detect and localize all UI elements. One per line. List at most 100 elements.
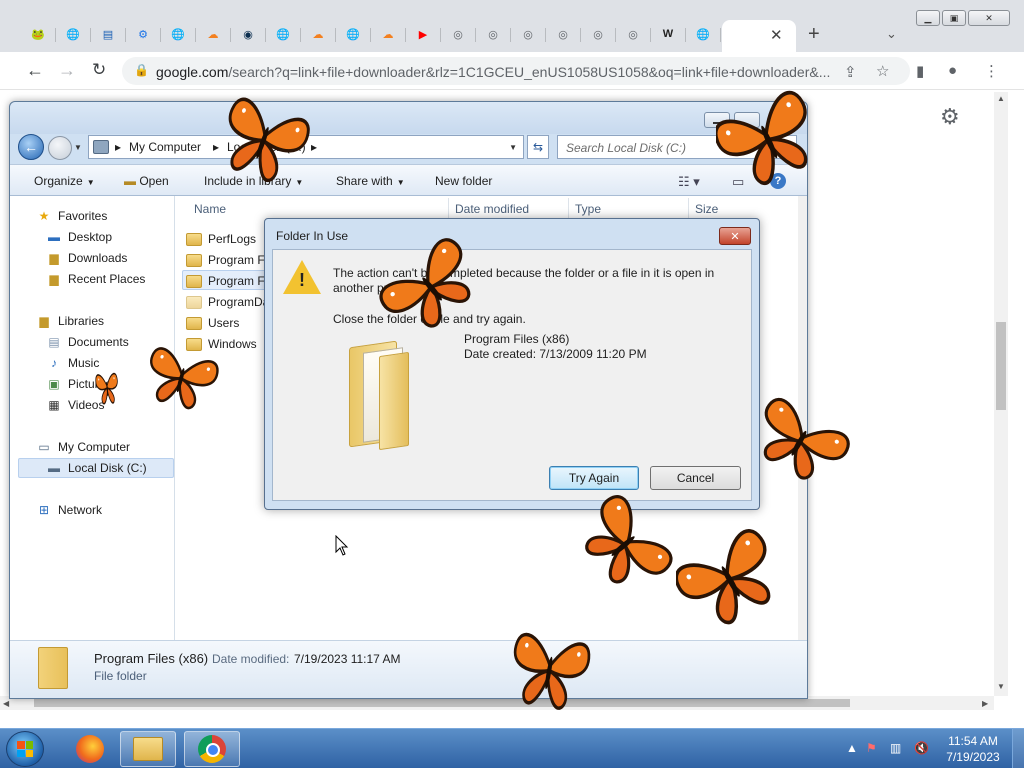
address-bar[interactable]: 🔒 google.com/search?q=link+file+download… — [122, 57, 910, 85]
help-icon[interactable]: ? — [770, 173, 786, 189]
nav-videos[interactable]: ▦ Videos — [46, 395, 104, 415]
back-arrow-icon[interactable]: ← — [26, 60, 44, 81]
chrome-icon[interactable]: ◎ — [555, 26, 571, 42]
frog-icon[interactable]: 🐸 — [30, 26, 46, 42]
action-center-icon[interactable]: ⚑ — [866, 741, 877, 755]
minimize-button[interactable]: ▁ — [916, 10, 940, 26]
taskbar-chrome[interactable] — [184, 731, 240, 767]
bookmark-star-icon[interactable]: ☆ — [876, 62, 889, 80]
explorer-refresh-button[interactable]: ⇆ — [527, 135, 549, 159]
nav-local-disk[interactable]: ▬ Local Disk (C:) — [46, 458, 147, 478]
tab-separator — [405, 28, 406, 42]
target-icon[interactable]: ◉ — [240, 26, 256, 42]
tab-separator — [90, 28, 91, 42]
menu-dots-icon[interactable]: ⋮ — [984, 62, 999, 80]
hscroll-thumb[interactable] — [34, 699, 850, 707]
chart-icon[interactable]: ▤ — [100, 26, 116, 42]
nav-my-computer[interactable]: ▭ My Computer — [36, 437, 130, 457]
file-row-perflogs[interactable]: PerfLogs — [186, 229, 256, 249]
chrome-icon[interactable]: ◎ — [625, 26, 641, 42]
globe-icon[interactable]: 🌐 — [275, 26, 291, 42]
chrome-icon[interactable]: ◎ — [590, 26, 606, 42]
tab-separator — [125, 28, 126, 42]
cloudflare-icon[interactable]: ☁ — [310, 26, 326, 42]
cloudflare-icon[interactable]: ☁ — [380, 26, 396, 42]
nav-documents[interactable]: ▤ Documents — [46, 332, 128, 352]
breadcrumb-local-disk[interactable]: Local Disk (C:) — [227, 140, 306, 154]
vertical-scrollbar[interactable]: ▲ ▼ — [994, 92, 1008, 696]
file-row-windows[interactable]: Windows — [186, 334, 257, 354]
explorer-search-box[interactable]: Search Local Disk (C:) — [557, 135, 797, 159]
preview-pane-icon[interactable]: ▭ — [732, 174, 744, 190]
scroll-thumb[interactable] — [996, 322, 1006, 410]
nav-favorites[interactable]: ★ Favorites — [36, 206, 108, 226]
breadcrumb-my-computer[interactable]: My Computer — [129, 140, 201, 154]
side-panel-icon[interactable]: ▮ — [916, 62, 924, 80]
explorer-forward-button[interactable] — [48, 136, 72, 160]
nav-desktop[interactable]: ▬ Desktop — [46, 227, 112, 247]
close-tab-icon[interactable]: ✕ — [770, 26, 783, 44]
maximize-button[interactable]: ▣ — [942, 10, 966, 26]
tab-search-icon[interactable]: ⌄ — [886, 26, 897, 42]
chrome-icon[interactable]: ◎ — [450, 26, 466, 42]
column-name[interactable]: Name — [194, 202, 226, 216]
volume-muted-icon[interactable]: 🔇 — [914, 741, 929, 755]
explorer-scrollbar[interactable] — [798, 196, 807, 640]
tray-expand-icon[interactable]: ▲ — [846, 741, 858, 755]
column-date-modified[interactable]: Date modified — [455, 202, 529, 216]
close-window-button[interactable]: ✕ — [968, 10, 1010, 26]
reload-icon[interactable]: ↻ — [92, 60, 106, 80]
forward-arrow-icon[interactable]: → — [58, 60, 76, 81]
explorer-titlebar[interactable] — [10, 102, 807, 134]
nav-music[interactable]: ♪ Music — [46, 353, 99, 373]
gear-icon[interactable]: ⚙ — [135, 26, 151, 42]
recent-pages-dropdown[interactable]: ▼ — [74, 143, 82, 152]
dialog-close-button[interactable]: ✕ — [719, 227, 751, 245]
column-size[interactable]: Size — [695, 202, 718, 216]
address-dropdown-icon[interactable]: ▼ — [509, 143, 517, 152]
chrome-icon — [198, 735, 226, 763]
taskbar-explorer[interactable] — [120, 731, 176, 767]
cloudflare-icon[interactable]: ☁ — [205, 26, 221, 42]
url-text[interactable]: google.com/search?q=link+file+downloader… — [156, 64, 836, 80]
wikipedia-icon[interactable]: W — [660, 26, 676, 42]
show-desktop-button[interactable] — [1012, 729, 1024, 768]
column-type[interactable]: Type — [575, 202, 601, 216]
chrome-icon[interactable]: ◎ — [520, 26, 536, 42]
globe-icon[interactable]: 🌐 — [170, 26, 186, 42]
settings-gear-icon[interactable]: ⚙ — [940, 104, 960, 130]
globe-icon[interactable]: 🌐 — [345, 26, 361, 42]
clock-time[interactable]: 11:54 AM — [940, 734, 1006, 748]
globe-icon[interactable]: 🌐 — [65, 26, 81, 42]
nav-network[interactable]: ⊞ Network — [36, 500, 102, 520]
change-view-icon[interactable]: ☷ ▾ — [678, 174, 700, 190]
network-tray-icon[interactable]: ▥ — [890, 741, 901, 755]
try-again-button[interactable]: Try Again — [549, 466, 639, 490]
taskbar-firefox[interactable] — [62, 731, 118, 767]
organize-button[interactable]: Organize ▼ — [34, 174, 95, 188]
youtube-icon[interactable]: ▶ — [415, 26, 431, 42]
nav-downloads[interactable]: ▆ Downloads — [46, 248, 127, 268]
explorer-minimize-button[interactable] — [704, 112, 730, 128]
start-button[interactable] — [6, 731, 44, 767]
tab-active[interactable] — [722, 20, 796, 54]
globe-icon[interactable]: 🌐 — [695, 26, 711, 42]
share-with-button[interactable]: Share with ▼ — [336, 174, 405, 188]
clock-date[interactable]: 7/19/2023 — [940, 750, 1006, 764]
chrome-icon[interactable]: ◎ — [485, 26, 501, 42]
explorer-back-button[interactable]: ← — [18, 134, 44, 160]
new-tab-button[interactable]: + — [808, 23, 820, 46]
include-in-library-button[interactable]: Include in library ▼ — [204, 174, 303, 188]
explorer-maximize-button[interactable] — [734, 112, 760, 128]
profile-avatar-icon[interactable]: ● — [948, 62, 957, 79]
file-row-users[interactable]: Users — [186, 313, 239, 333]
dialog-title: Folder In Use — [276, 229, 349, 243]
share-icon[interactable]: ⇪ — [844, 63, 857, 81]
cancel-button[interactable]: Cancel — [650, 466, 741, 490]
explorer-address-bar[interactable]: ▸ My Computer ▸ Local Disk (C:) ▸ ▼ — [88, 135, 524, 159]
nav-recent-places[interactable]: ▆ Recent Places — [46, 269, 145, 289]
new-folder-button[interactable]: New folder — [435, 174, 492, 188]
nav-libraries[interactable]: ▆ Libraries — [36, 311, 104, 331]
nav-pictures[interactable]: ▣ Pictures — [46, 374, 111, 394]
open-button[interactable]: ▬ Open — [124, 174, 169, 188]
